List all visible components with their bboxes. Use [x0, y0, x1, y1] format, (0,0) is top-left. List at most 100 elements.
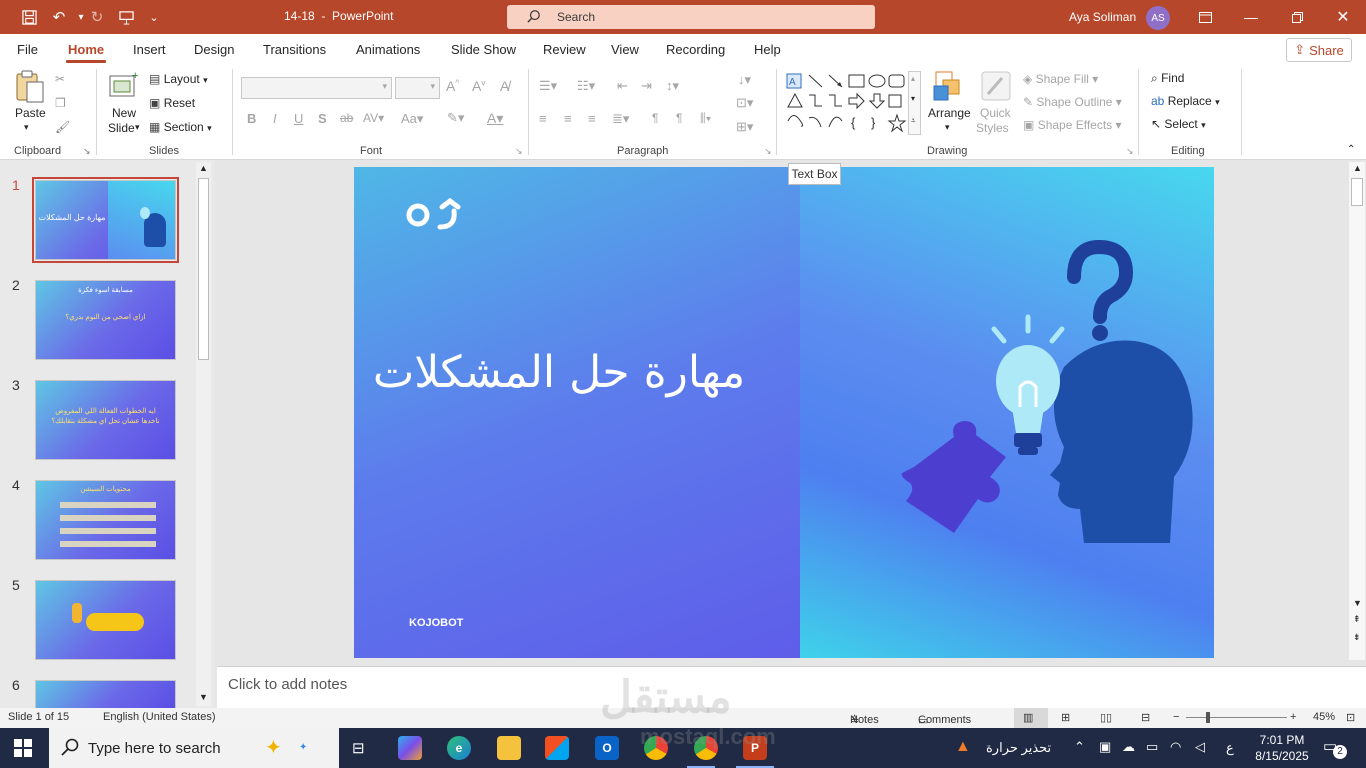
change-case-icon[interactable]: Aa▾	[401, 111, 423, 127]
customize-qat-icon[interactable]: ⌄	[143, 7, 165, 27]
scroll-up-icon[interactable]: ▴	[911, 74, 915, 83]
reset-button[interactable]: ▣ Reset	[149, 96, 195, 110]
font-launcher-icon[interactable]: ↘	[515, 146, 523, 157]
search-box[interactable]: Search	[507, 5, 875, 29]
clock-time[interactable]: 7:01 PM	[1254, 733, 1310, 747]
select-button[interactable]: ↖ Select ▾	[1151, 117, 1206, 131]
clock-date[interactable]: 8/15/2025	[1254, 749, 1310, 763]
paragraph-launcher-icon[interactable]: ↘	[764, 146, 772, 157]
font-name-box[interactable]: ▾	[241, 77, 392, 99]
windows-start-icon[interactable]	[14, 739, 32, 760]
layout-button[interactable]: ▤ Layout ▾	[149, 72, 208, 86]
shapes-gallery[interactable]: A { }	[785, 71, 908, 135]
tab-help[interactable]: Help	[754, 42, 781, 57]
restore-icon[interactable]	[1284, 6, 1310, 28]
thumbnails-scrollbar[interactable]: ▲ ▼	[196, 162, 211, 706]
smartart-icon[interactable]: ⊞▾	[736, 119, 753, 135]
align-right-icon[interactable]: ≡	[588, 111, 596, 126]
zoom-out-icon[interactable]: −	[1173, 711, 1179, 723]
columns-icon[interactable]: ⫼▾	[700, 111, 711, 126]
input-language[interactable]: ع	[1226, 740, 1234, 756]
zoom-level[interactable]: 45%	[1313, 711, 1335, 723]
font-color-icon[interactable]: A▾	[487, 110, 503, 127]
shape-outline-button[interactable]: ✎ Shape Outline ▾	[1023, 95, 1122, 109]
minimize-icon[interactable]: —	[1238, 6, 1264, 28]
numbering-icon[interactable]: ☷▾	[577, 78, 595, 94]
slideshow-view-icon[interactable]: ⊟	[1141, 711, 1150, 724]
clear-formatting-icon[interactable]: A̸	[500, 78, 509, 94]
slide-canvas[interactable]: مهارة حل المشكلات KOJOBOT	[354, 167, 1214, 658]
battery-icon[interactable]: ▭	[1146, 739, 1158, 755]
collapse-ribbon-icon[interactable]: ⌃	[1347, 144, 1355, 155]
justify-icon[interactable]: ≣▾	[612, 111, 629, 127]
zoom-in-icon[interactable]: +	[1290, 711, 1296, 723]
tray-device-icon[interactable]: ▣	[1099, 739, 1111, 755]
shape-effects-button[interactable]: ▣ Shape Effects ▾	[1023, 118, 1122, 132]
notes-placeholder[interactable]: Click to add notes	[228, 676, 347, 693]
scroll-down-icon[interactable]: ▾	[911, 94, 915, 103]
align-text-icon[interactable]: ⊡▾	[736, 95, 753, 111]
decrease-font-icon[interactable]: Av	[472, 78, 485, 94]
user-name[interactable]: Aya Soliman	[1069, 10, 1136, 24]
zoom-slider[interactable]	[1186, 717, 1287, 718]
slide-thumbnail[interactable]	[35, 680, 176, 708]
new-slide-button[interactable]: + New Slide ▾	[108, 70, 140, 135]
slide-thumbnail[interactable]: مسابقة اسوء فكرة ازاي اصحي من النوم بدري…	[35, 280, 176, 360]
rtl-icon[interactable]: ¶	[652, 111, 658, 125]
file-explorer-icon[interactable]	[497, 736, 521, 760]
tab-view[interactable]: View	[611, 42, 639, 57]
show-hidden-icons[interactable]: ⌃	[1074, 739, 1085, 755]
more-shapes-icon[interactable]: ⩡	[911, 116, 916, 126]
tab-design[interactable]: Design	[194, 42, 234, 57]
outlook-icon[interactable]: O	[595, 736, 619, 760]
ltr-icon[interactable]: ¶	[676, 111, 682, 125]
slide-thumbnail[interactable]: محتويات السيشن	[35, 480, 176, 560]
tab-recording[interactable]: Recording	[666, 42, 725, 57]
present-icon[interactable]	[115, 7, 137, 27]
font-size-box[interactable]: ▾	[395, 77, 440, 99]
scroll-up-icon[interactable]: ▲	[199, 163, 208, 173]
wifi-icon[interactable]: ◠	[1170, 739, 1181, 755]
redo-icon[interactable]: ↻	[86, 7, 108, 27]
italic-icon[interactable]: I	[273, 111, 277, 126]
bullets-icon[interactable]: ☰▾	[539, 78, 557, 94]
underline-icon[interactable]: U	[294, 111, 303, 126]
language-indicator[interactable]: English (United States)	[103, 711, 216, 723]
tab-file[interactable]: File	[17, 42, 38, 57]
scrollbar-thumb[interactable]	[1351, 178, 1363, 206]
notes-pane[interactable]: Click to add notes	[217, 666, 1366, 708]
increase-indent-icon[interactable]: ⇥	[641, 78, 652, 94]
shape-fill-button[interactable]: ◈ Shape Fill ▾	[1023, 72, 1098, 86]
format-painter-icon[interactable]: 🖌	[55, 120, 70, 134]
share-button[interactable]: ⇪ Share	[1286, 38, 1352, 62]
weather-text[interactable]: تحذير حرارة	[986, 740, 1051, 756]
onedrive-icon[interactable]: ☁	[1122, 739, 1135, 755]
previous-slide-icon[interactable]: ⇞	[1353, 614, 1361, 625]
tab-slide-show[interactable]: Slide Show	[451, 42, 516, 57]
replace-button[interactable]: ab Replace ▾	[1151, 94, 1220, 108]
slide-thumbnail[interactable]: ايه الخطوات الفعالة اللي المفروض ناخدها …	[35, 380, 176, 460]
save-icon[interactable]	[18, 7, 40, 27]
undo-icon[interactable]: ↶	[48, 7, 70, 27]
scroll-down-icon[interactable]: ▼	[199, 692, 208, 702]
tab-animations[interactable]: Animations	[356, 42, 420, 57]
line-spacing-icon[interactable]: ↕▾	[666, 78, 679, 94]
text-shadow-icon[interactable]: S	[318, 111, 327, 126]
avatar[interactable]: AS	[1146, 6, 1170, 30]
drawing-launcher-icon[interactable]: ↘	[1126, 146, 1134, 157]
next-slide-icon[interactable]: ⇟	[1353, 632, 1361, 643]
taskbar-search[interactable]: Type here to search ✦ ✦	[49, 728, 339, 768]
quick-styles-button[interactable]: Quick Styles	[976, 70, 1012, 135]
reading-view-icon[interactable]: ▯▯	[1100, 711, 1112, 724]
scroll-down-icon[interactable]: ▼	[1353, 598, 1362, 608]
task-view-icon[interactable]: ⊟	[352, 739, 365, 757]
tab-insert[interactable]: Insert	[133, 42, 166, 57]
edge-browser-icon[interactable]: e	[447, 736, 471, 760]
bold-icon[interactable]: B	[247, 111, 256, 126]
weather-warning-icon[interactable]: ▲	[955, 738, 971, 756]
slide-scrollbar[interactable]: ▲ ▼ ⇞ ⇟	[1349, 162, 1365, 660]
strikethrough-icon[interactable]: ab	[340, 111, 353, 125]
tab-transitions[interactable]: Transitions	[263, 42, 326, 57]
align-left-icon[interactable]: ≡	[539, 111, 547, 126]
zoom-slider-thumb[interactable]	[1206, 712, 1210, 723]
